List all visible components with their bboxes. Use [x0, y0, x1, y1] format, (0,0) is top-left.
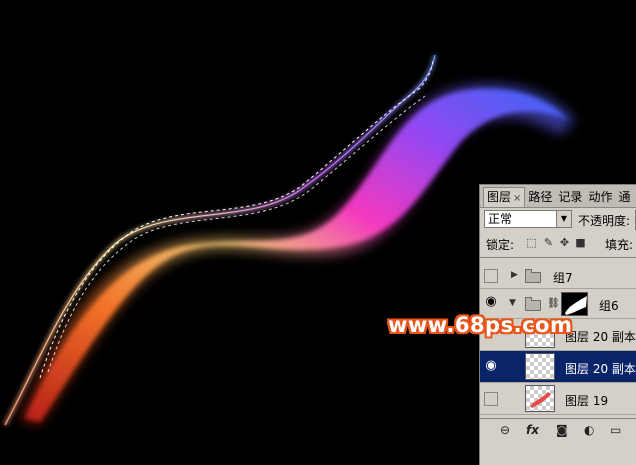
lock-label: 锁定: — [486, 238, 515, 252]
panel-bottom-toolbar: ⊖ fx ◙ ◐ ▭ — [480, 418, 636, 441]
eye-icon[interactable]: ◉ — [484, 359, 498, 374]
fx-icon[interactable]: fx — [526, 424, 539, 436]
tab-channels[interactable]: 通 — [615, 188, 633, 207]
opacity-label: 不透明度: — [578, 214, 631, 228]
dropdown-arrow-icon[interactable]: ▼ — [556, 211, 571, 227]
link-layers-icon[interactable]: ⊖ — [500, 424, 510, 436]
tab-layers[interactable]: 图层 × — [483, 187, 526, 207]
collapse-triangle-icon[interactable]: ▼ — [509, 298, 516, 308]
folder-icon — [525, 297, 541, 311]
watermark-text: www.68ps.com — [388, 313, 573, 337]
link-chain-icon[interactable]: ⛓ — [547, 298, 560, 309]
layer-row[interactable]: ▶ 组7 — [480, 263, 636, 289]
blend-mode-value: 正常 — [488, 212, 513, 226]
lock-all-icon[interactable]: ■ — [575, 237, 586, 248]
lock-brush-icon[interactable]: ✎ — [543, 237, 554, 248]
layer-name: 图层 19 — [565, 394, 609, 408]
red-stroke-icon — [530, 392, 551, 408]
fill-label: 填充: — [605, 238, 634, 252]
layer-name: 图层 20 副本 4 — [565, 330, 636, 344]
tab-layers-label: 图层 — [487, 190, 512, 204]
layer-name: 组6 — [599, 299, 619, 313]
visibility-toggle[interactable] — [484, 269, 498, 283]
new-group-icon[interactable]: ▭ — [610, 424, 621, 436]
visibility-toggle[interactable] — [484, 392, 498, 406]
lock-row: 锁定: ⬚ ✎ ✥ ■ 填充: — [484, 235, 636, 253]
tab-history[interactable]: 记录 — [555, 188, 585, 207]
add-mask-icon[interactable]: ◙ — [556, 424, 568, 436]
lock-move-icon[interactable]: ✥ — [559, 237, 570, 248]
layer-name: 图层 20 副本 3 — [565, 362, 636, 376]
tab-paths[interactable]: 路径 — [525, 188, 555, 207]
lock-transparent-icon[interactable]: ⬚ — [526, 237, 537, 248]
tab-close-icon[interactable]: × — [513, 193, 521, 204]
eye-icon[interactable]: ◉ — [484, 295, 498, 310]
layer-name: 组7 — [553, 271, 573, 285]
folder-icon — [525, 269, 541, 283]
layer-row-selected[interactable]: ◉ 图层 20 副本 3 — [480, 351, 636, 383]
layer-thumbnail — [525, 385, 555, 412]
expand-triangle-icon[interactable]: ▶ — [511, 270, 518, 280]
blend-mode-select[interactable]: 正常 ▼ — [484, 210, 572, 228]
panel-tabbar: 图层 × 路径 记录 动作 通 — [480, 185, 636, 208]
tab-actions[interactable]: 动作 — [585, 188, 615, 207]
blend-row: 正常 ▼ 不透明度: — [484, 210, 636, 230]
layer-row[interactable]: 图层 19 — [480, 383, 636, 415]
adjustment-layer-icon[interactable]: ◐ — [584, 424, 594, 436]
layer-thumbnail — [525, 353, 555, 380]
